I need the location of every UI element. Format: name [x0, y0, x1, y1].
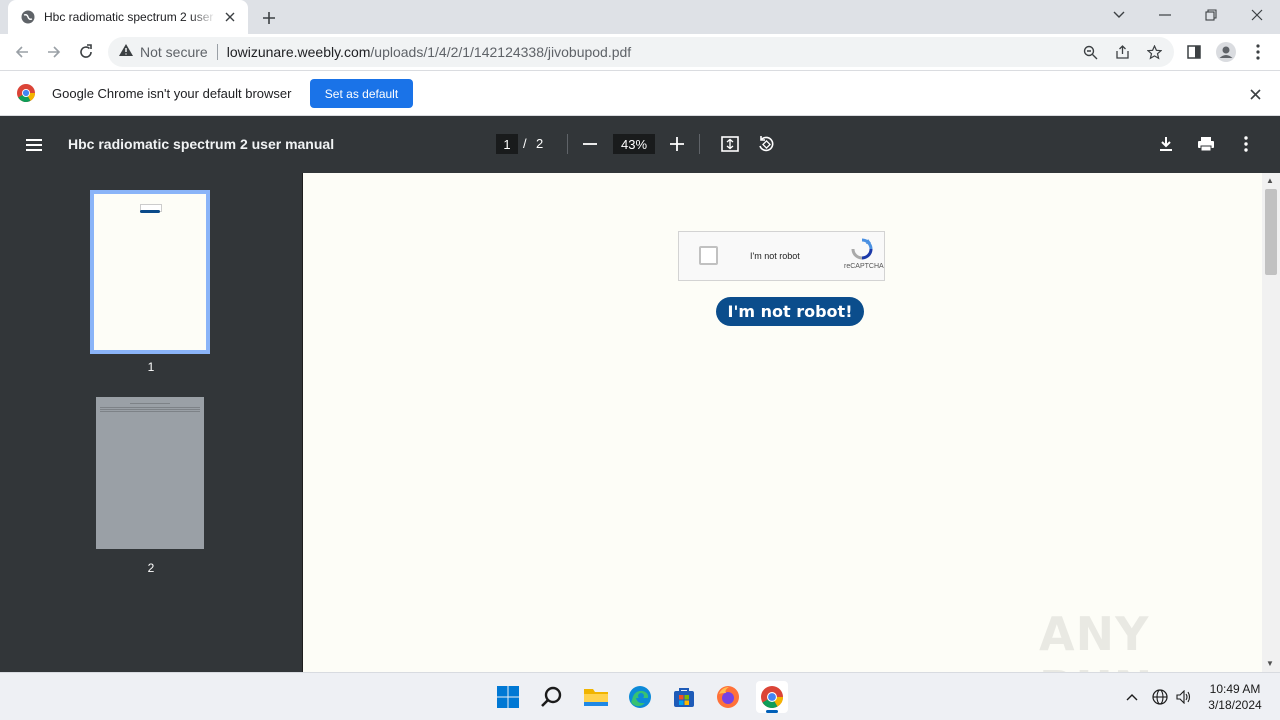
scroll-up-icon[interactable]: ▲	[1266, 176, 1274, 185]
edge-icon[interactable]	[624, 681, 656, 713]
system-clock[interactable]: 10:49 AM 3/18/2024	[1200, 681, 1270, 713]
active-app-indicator	[766, 710, 778, 713]
profile-avatar-icon[interactable]	[1212, 38, 1240, 66]
page-thumbnail-2[interactable]	[96, 397, 204, 549]
print-icon[interactable]	[1194, 132, 1218, 156]
pdf-title: Hbc radiomatic spectrum 2 user manual	[68, 136, 335, 152]
minimize-icon[interactable]	[1142, 0, 1188, 30]
not-robot-button[interactable]: I'm not robot!	[716, 297, 864, 326]
chrome-logo-icon	[17, 84, 36, 103]
toolbar-divider	[567, 134, 568, 154]
pdf-more-icon[interactable]	[1234, 132, 1258, 156]
vertical-scrollbar[interactable]: ▲ ▼	[1262, 173, 1280, 672]
share-icon[interactable]	[1111, 41, 1133, 63]
new-tab-icon[interactable]	[258, 7, 280, 29]
globe-icon	[20, 9, 36, 25]
thumbnail-label-1: 1	[147, 360, 155, 374]
close-window-icon[interactable]	[1234, 0, 1280, 30]
bookmark-star-icon[interactable]	[1143, 41, 1165, 63]
clock-time: 10:49 AM	[1209, 682, 1261, 696]
security-label[interactable]: Not secure	[140, 44, 208, 60]
zoom-level-input[interactable]: 43%	[613, 134, 655, 154]
search-icon[interactable]	[536, 681, 568, 713]
page-thumbnail-1[interactable]	[90, 190, 210, 354]
tab-title: Hbc radiomatic spectrum 2 user manual	[44, 10, 216, 24]
start-icon[interactable]	[492, 681, 524, 713]
browser-toolbar: Not secure lowizunare.weebly.com/uploads…	[0, 34, 1280, 70]
total-pages: 2	[536, 136, 544, 151]
captcha-checkbox[interactable]	[699, 246, 718, 265]
address-bar[interactable]: Not secure lowizunare.weebly.com/uploads…	[108, 37, 1174, 67]
default-browser-infobar: Google Chrome isn't your default browser…	[0, 70, 1280, 116]
recaptcha-widget[interactable]: I'm not robot reCAPTCHA	[678, 231, 885, 281]
set-as-default-button[interactable]: Set as default	[310, 79, 413, 108]
fit-to-page-icon[interactable]	[718, 132, 742, 156]
thumbnail-text-line	[130, 403, 170, 404]
tab-close-icon[interactable]	[222, 9, 238, 25]
firefox-icon[interactable]	[712, 681, 744, 713]
clock-date: 3/18/2024	[1208, 698, 1262, 712]
network-globe-icon[interactable]	[1150, 687, 1170, 707]
forward-icon[interactable]	[40, 38, 68, 66]
captcha-label: I'm not robot	[750, 251, 800, 261]
url-path: /uploads/1/4/2/1/142124338/jivobupod.pdf	[370, 44, 632, 60]
pdf-toolbar: Hbc radiomatic spectrum 2 user manual 1 …	[0, 116, 1280, 173]
store-icon[interactable]	[668, 681, 700, 713]
restore-icon[interactable]	[1188, 0, 1234, 30]
file-explorer-icon[interactable]	[580, 681, 612, 713]
warning-icon	[118, 43, 134, 62]
toolbar-divider	[699, 134, 700, 154]
url-host: lowizunare.weebly.com	[226, 44, 371, 60]
thumbnail-button-preview	[140, 210, 160, 213]
back-icon[interactable]	[8, 38, 36, 66]
rotate-icon[interactable]	[754, 132, 778, 156]
zoom-in-icon[interactable]	[665, 132, 689, 156]
page-separator: /	[523, 136, 527, 151]
thumbnail-text-line	[100, 407, 200, 408]
browser-menu-icon[interactable]	[1244, 38, 1272, 66]
browser-tab[interactable]: Hbc radiomatic spectrum 2 user manual	[8, 0, 248, 34]
recaptcha-logo-icon	[851, 238, 873, 260]
infobar-close-icon[interactable]	[1246, 85, 1264, 103]
volume-icon[interactable]	[1174, 687, 1194, 707]
address-divider	[216, 44, 218, 60]
pdf-page: I'm not robot reCAPTCHA I'm not robot! A…	[302, 173, 1262, 715]
tray-chevron-icon[interactable]	[1122, 687, 1142, 707]
thumbnail-text-line	[100, 409, 200, 410]
scrollbar-thumb[interactable]	[1265, 189, 1277, 275]
hamburger-menu-icon[interactable]	[22, 133, 46, 157]
reload-icon[interactable]	[72, 38, 100, 66]
scroll-down-icon[interactable]: ▼	[1266, 659, 1274, 668]
zoom-icon[interactable]	[1079, 41, 1101, 63]
windows-taskbar: 10:49 AM 3/18/2024	[0, 672, 1280, 720]
side-panel-icon[interactable]	[1180, 38, 1208, 66]
download-icon[interactable]	[1154, 132, 1178, 156]
infobar-message: Google Chrome isn't your default browser	[52, 86, 292, 101]
thumbnail-label-2: 2	[147, 561, 155, 575]
chrome-taskbar-icon[interactable]	[756, 681, 788, 713]
tab-search-icon[interactable]	[1096, 0, 1142, 30]
thumbnail-sidebar: 1 2	[0, 173, 302, 672]
zoom-out-icon[interactable]	[578, 132, 602, 156]
thumbnail-text-line	[100, 411, 200, 412]
captcha-brand: reCAPTCHA	[844, 263, 884, 270]
tab-strip: Hbc radiomatic spectrum 2 user manual	[0, 0, 1280, 34]
page-number-input[interactable]: 1	[496, 134, 518, 154]
